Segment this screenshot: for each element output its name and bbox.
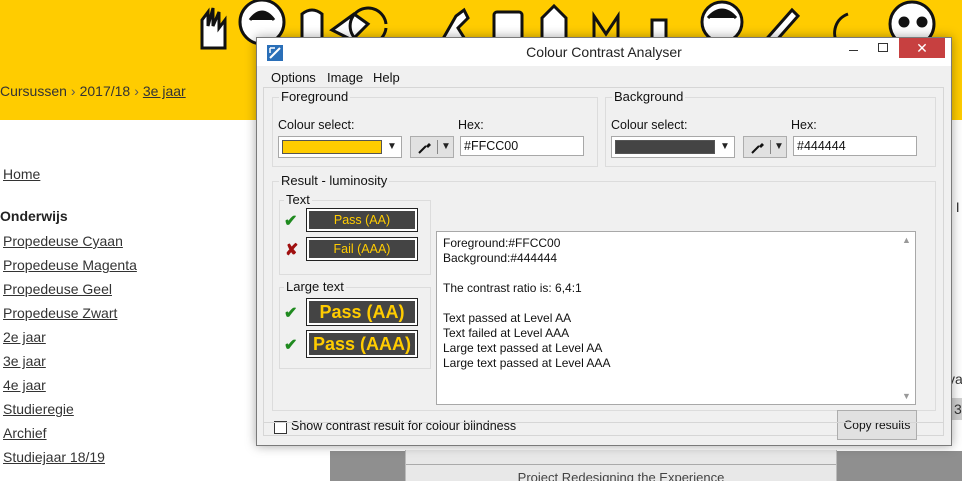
background-hex-input[interactable]: [793, 136, 917, 156]
foreground-group-label: Foreground: [279, 89, 351, 104]
chevron-down-icon: ▼: [441, 141, 451, 152]
nav-item[interactable]: Studieregie: [3, 401, 74, 417]
nav-home[interactable]: Home: [3, 166, 40, 182]
background-swatch: [615, 140, 715, 154]
menu-image[interactable]: Image: [327, 70, 363, 85]
foreground-colour-select-label: Colour select:: [278, 118, 355, 132]
breadcrumb-cursussen[interactable]: Cursussen: [0, 83, 67, 99]
picker-separator: [770, 140, 771, 154]
large-text-result-group: Large text ✔ Pass (AA) ✔ Pass (AAA): [279, 279, 431, 369]
card-divider: [406, 464, 836, 465]
nav-item[interactable]: Propedeuse Cyaan: [3, 233, 123, 249]
background-group-label: Background: [612, 89, 686, 104]
nav-item[interactable]: Archief: [3, 425, 47, 441]
picker-separator: [437, 140, 438, 154]
card-title: Project Redesigning the Experience: [517, 470, 725, 481]
large-pass-aa-sample: Pass (AA): [306, 298, 418, 326]
breadcrumb-2017-18[interactable]: 2017/18: [80, 83, 131, 99]
nav-item[interactable]: Propedeuse Geel: [3, 281, 112, 297]
foreground-hex-label: Hex:: [458, 118, 484, 132]
nav-item[interactable]: 4e jaar: [3, 377, 46, 393]
chevron-down-icon: ▼: [774, 141, 784, 152]
result-line: Background:#444444: [443, 251, 558, 265]
nav-item[interactable]: Propedeuse Zwart: [3, 305, 117, 321]
eyedropper-icon: [418, 143, 431, 154]
background-eyedropper-button[interactable]: ▼: [743, 136, 787, 158]
menu-help[interactable]: Help: [373, 70, 400, 85]
scroll-down-icon[interactable]: ▼: [902, 391, 911, 401]
result-group-label: Result - luminosity: [279, 173, 390, 188]
maximize-button[interactable]: [869, 38, 897, 58]
check-icon: ✔: [284, 305, 298, 322]
foreground-colour-select[interactable]: ▼: [278, 136, 402, 158]
background-group: Background Colour select: Hex: ▼ ▼: [605, 89, 936, 167]
menu-options[interactable]: Options: [271, 70, 316, 85]
page-text-fragment: 3: [954, 401, 962, 417]
close-icon: ✕: [916, 40, 928, 56]
background-colour-select-label: Colour select:: [611, 118, 688, 132]
breadcrumb-separator: ›: [70, 83, 76, 99]
status-bar: [263, 422, 944, 439]
background-hex-label: Hex:: [791, 118, 817, 132]
check-icon: ✔: [284, 337, 298, 354]
foreground-eyedropper-button[interactable]: ▼: [410, 136, 454, 158]
nav-item[interactable]: 3e jaar: [3, 353, 46, 369]
breadcrumb-3e-jaar[interactable]: 3e jaar: [143, 83, 186, 99]
foreground-group: Foreground Colour select: Hex: ▼ ▼: [272, 89, 598, 167]
chevron-down-icon: ▼: [720, 141, 730, 152]
result-line: Foreground:#FFCC00: [443, 236, 561, 250]
text-fail-aaa-sample: Fail (AAA): [306, 237, 418, 261]
eyedropper-icon: [751, 143, 764, 154]
text-group-label: Text: [284, 192, 312, 207]
results-text-area[interactable]: Foreground:#FFCC00 Background:#444444 Th…: [436, 231, 916, 405]
breadcrumb-separator: ›: [134, 83, 139, 99]
cross-icon: ✘: [285, 242, 299, 259]
large-pass-aaa-sample: Pass (AAA): [306, 330, 418, 358]
maximize-icon: [878, 43, 888, 52]
result-line: Large text passed at Level AA: [443, 341, 603, 355]
minimize-button[interactable]: [840, 38, 868, 58]
text-pass-aa-sample: Pass (AA): [306, 208, 418, 232]
close-button[interactable]: ✕: [899, 38, 945, 58]
nav-item[interactable]: Propedeuse Magenta: [3, 257, 137, 273]
result-line: Large text passed at Level AAA: [443, 356, 611, 370]
result-line: Text failed at Level AAA: [443, 326, 570, 340]
title-bar[interactable]: Colour Contrast Analyser ✕: [257, 38, 951, 66]
text-result-group: Text ✔ Pass (AA) ✘ Fail (AAA): [279, 192, 431, 275]
chevron-down-icon: ▼: [387, 141, 397, 152]
background-colour-select[interactable]: ▼: [611, 136, 735, 158]
check-icon: ✔: [284, 213, 298, 230]
results-scrollbar[interactable]: ▲ ▼: [898, 232, 915, 404]
scroll-up-icon[interactable]: ▲: [902, 235, 911, 245]
nav-item[interactable]: 2e jaar: [3, 329, 46, 345]
colour-contrast-analyser-window: Colour Contrast Analyser ✕ Options Image…: [256, 37, 952, 446]
nav-section-heading: Onderwijs: [0, 208, 68, 224]
main-panel: Foreground Colour select: Hex: ▼ ▼ Backg…: [263, 87, 944, 440]
result-line: Text passed at Level AA: [443, 311, 572, 325]
minimize-icon: [849, 50, 858, 51]
foreground-swatch: [282, 140, 382, 154]
project-card[interactable]: Project Redesigning the Experience: [405, 450, 837, 481]
large-text-group-label: Large text: [284, 279, 346, 294]
nav-item[interactable]: Studiejaar 18/19: [3, 449, 105, 465]
breadcrumb: Cursussen › 2017/18 › 3e jaar: [0, 83, 186, 99]
result-line: The contrast ratio is: 6,4:1: [443, 281, 582, 295]
foreground-hex-input[interactable]: [460, 136, 584, 156]
